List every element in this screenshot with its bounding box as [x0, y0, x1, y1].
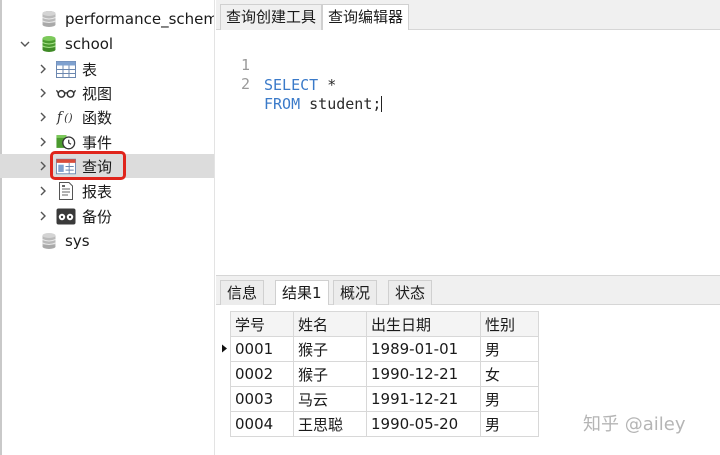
column-header[interactable]: 学号: [230, 311, 294, 337]
tree-node-label: 视图: [82, 84, 113, 103]
function-icon: f(): [56, 108, 76, 126]
tree-node-school[interactable]: school: [0, 32, 214, 56]
tree-node-label: sys: [65, 232, 90, 250]
table-cell[interactable]: 女: [480, 361, 539, 387]
chevron-right-icon[interactable]: [38, 186, 48, 196]
tree-node-reports[interactable]: 报表: [0, 179, 214, 203]
chevron-right-icon[interactable]: [38, 137, 48, 147]
text-caret: [381, 96, 383, 112]
tree-node-label: 函数: [82, 108, 113, 127]
table-cell[interactable]: 马云: [293, 386, 367, 412]
table-cell[interactable]: 1989-01-01: [366, 336, 481, 362]
tree-node-performance-schema[interactable]: performance_schema: [0, 7, 215, 31]
table-row[interactable]: 0003 马云 1991-12-21 男: [230, 386, 539, 412]
table-cell[interactable]: 男: [480, 411, 539, 437]
table-cell[interactable]: 0004: [230, 411, 294, 437]
line-number: 2: [240, 75, 250, 93]
chevron-down-icon[interactable]: [20, 39, 30, 49]
chevron-right-icon[interactable]: [38, 161, 48, 171]
tree-node-backups[interactable]: 备份: [0, 204, 214, 228]
table-row[interactable]: 0001 猴子 1989-01-01 男: [230, 336, 539, 362]
tab-result1[interactable]: 结果1: [275, 280, 329, 306]
chevron-right-icon[interactable]: [38, 64, 48, 74]
editor-tab-bar: 查询创建工具 查询编辑器: [216, 0, 720, 31]
tree-node-sys[interactable]: sys: [0, 229, 214, 253]
tree-node-views[interactable]: 视图: [0, 81, 214, 105]
highlight-box: [50, 151, 126, 180]
event-clock-icon: [56, 133, 76, 151]
tree-node-functions[interactable]: f() 函数: [0, 105, 214, 129]
column-header[interactable]: 性别: [480, 311, 539, 337]
sql-keyword: SELECT: [264, 76, 319, 94]
table-cell[interactable]: 1990-05-20: [366, 411, 481, 437]
column-header[interactable]: 出生日期: [366, 311, 481, 337]
database-icon: [39, 232, 59, 250]
table-cell[interactable]: 男: [480, 336, 539, 362]
table-icon: [56, 60, 76, 78]
tab-status[interactable]: 状态: [388, 280, 433, 305]
report-icon: [56, 182, 76, 200]
table-cell[interactable]: 1991-12-21: [366, 386, 481, 412]
table-cell[interactable]: 1990-12-21: [366, 361, 481, 387]
table-header-row: 学号 姓名 出生日期 性别: [230, 311, 539, 337]
sql-keyword: FROM: [264, 95, 301, 113]
tree-node-label: 表: [82, 60, 98, 79]
tree-node-label: 事件: [82, 133, 113, 152]
chevron-right-icon[interactable]: [38, 211, 48, 221]
code-text: FROM student;: [264, 94, 383, 114]
chevron-right-icon[interactable]: [38, 112, 48, 122]
tab-overview[interactable]: 概况: [333, 280, 378, 305]
tree-node-tables[interactable]: 表: [0, 57, 214, 81]
sql-editor[interactable]: 1 SELECT * 2 FROM student;: [216, 30, 720, 275]
code-line: 2 FROM student;: [216, 54, 720, 113]
table-row[interactable]: 0002 猴子 1990-12-21 女: [230, 361, 539, 387]
tree-node-label: 备份: [82, 207, 113, 226]
table-cell[interactable]: 猴子: [293, 361, 367, 387]
table-row[interactable]: 0004 王思聪 1990-05-20 男: [230, 411, 539, 437]
table-cell[interactable]: 0002: [230, 361, 294, 387]
table-cell[interactable]: 男: [480, 386, 539, 412]
tab-query-builder[interactable]: 查询创建工具: [220, 4, 323, 30]
code-line: 1 SELECT *: [216, 35, 720, 94]
result-tab-bar: 信息 结果1 概况 状态: [216, 275, 720, 306]
tree-node-label: school: [65, 35, 114, 53]
tab-query-editor[interactable]: 查询编辑器: [322, 4, 410, 31]
sql-rest: student;: [300, 95, 382, 113]
table-cell[interactable]: 猴子: [293, 336, 367, 362]
table-cell[interactable]: 0001: [230, 336, 294, 362]
tree-node-label: performance_schema: [65, 10, 215, 28]
watermark-text: 知乎 @ailey: [583, 414, 686, 435]
svg-text:(): (): [64, 112, 73, 125]
column-header[interactable]: 姓名: [293, 311, 367, 337]
table-cell[interactable]: 王思聪: [293, 411, 367, 437]
result-table: 学号 姓名 出生日期 性别 0001 猴子 1989-01-01 男 0002 …: [230, 311, 539, 437]
database-icon: [39, 35, 59, 53]
backup-icon: [56, 207, 76, 225]
object-tree: performance_schema school 表 视图 f () 函数 事…: [0, 0, 215, 455]
sql-rest: *: [318, 76, 337, 94]
tree-node-label: 报表: [82, 182, 113, 201]
code-text: SELECT *: [264, 75, 336, 95]
view-glasses-icon: [56, 84, 76, 102]
table-cell[interactable]: 0003: [230, 386, 294, 412]
tab-info[interactable]: 信息: [220, 280, 265, 305]
current-row-arrow-icon: [221, 336, 229, 361]
database-icon: [39, 10, 59, 28]
chevron-right-icon[interactable]: [38, 88, 48, 98]
